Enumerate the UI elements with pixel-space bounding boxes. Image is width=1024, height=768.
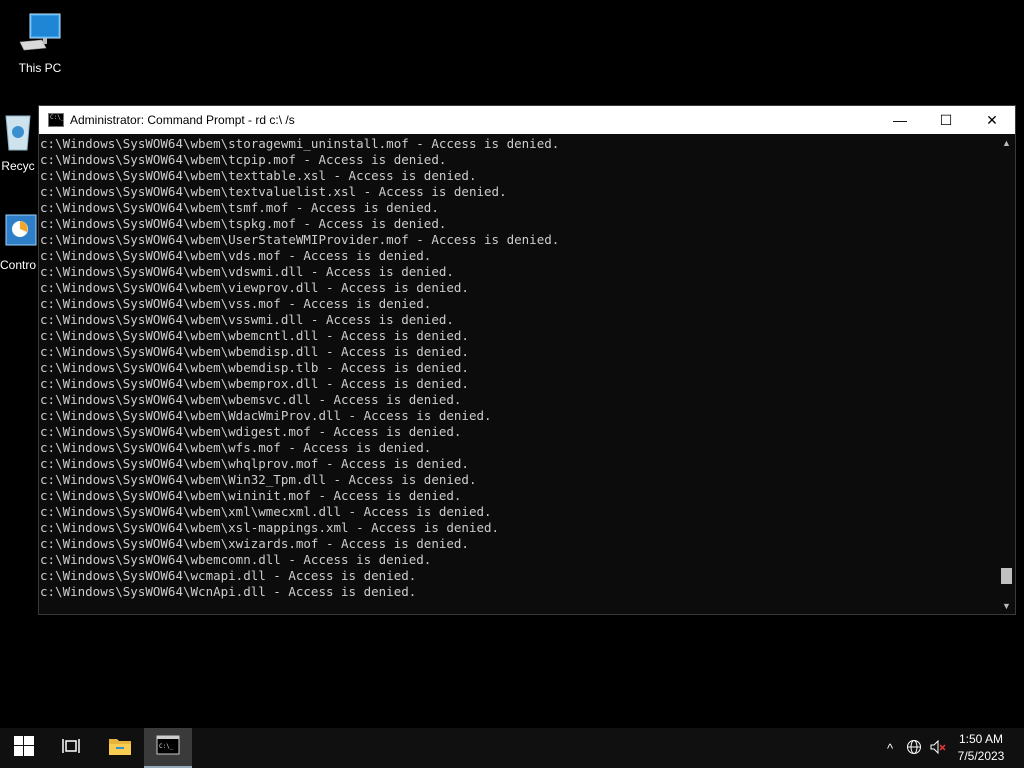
- svg-text:C:\_: C:\_: [159, 743, 174, 750]
- console-line: c:\Windows\SysWOW64\wbem\xwizards.mof - …: [40, 536, 469, 551]
- clock-time: 1:50 AM: [958, 732, 1004, 746]
- file-explorer-button[interactable]: [96, 728, 144, 768]
- console-line: c:\Windows\SysWOW64\wbem\tcpip.mof - Acc…: [40, 152, 447, 167]
- scroll-up-arrow-icon[interactable]: ▲: [998, 134, 1015, 151]
- file-explorer-icon: [108, 736, 132, 761]
- console-line: c:\Windows\SysWOW64\wbem\wbemsvc.dll - A…: [40, 392, 462, 407]
- volume-muted-icon[interactable]: [926, 739, 950, 758]
- scroll-down-arrow-icon[interactable]: ▼: [998, 597, 1015, 614]
- console-line: c:\Windows\SysWOW64\wbem\vss.mof - Acces…: [40, 296, 432, 311]
- clock-date: 7/5/2023: [957, 749, 1005, 763]
- taskbar: C:\_ ^ 1:50 AM 7/5/2023: [0, 728, 1024, 768]
- clock[interactable]: 1:50 AM 7/5/2023: [950, 731, 1012, 765]
- console-line: c:\Windows\SysWOW64\wbem\xsl-mappings.xm…: [40, 520, 500, 535]
- recycle-bin-icon: [0, 108, 42, 156]
- command-prompt-window[interactable]: Administrator: Command Prompt - rd c:\ /…: [38, 105, 1016, 615]
- console-line: c:\Windows\SysWOW64\WcnApi.dll - Access …: [40, 584, 417, 599]
- console-line: c:\Windows\SysWOW64\wbem\texttable.xsl -…: [40, 168, 477, 183]
- console-line: c:\Windows\SysWOW64\wbem\textvaluelist.x…: [40, 184, 507, 199]
- console-line: c:\Windows\SysWOW64\wbem\wbemprox.dll - …: [40, 376, 469, 391]
- console-line: c:\Windows\SysWOW64\wbemcomn.dll - Acces…: [40, 552, 432, 567]
- console-line: c:\Windows\SysWOW64\wbem\WdacWmiProv.dll…: [40, 408, 492, 423]
- command-prompt-icon: [48, 113, 64, 127]
- start-button[interactable]: [0, 728, 48, 768]
- console-line: c:\Windows\SysWOW64\wbem\wfs.mof - Acces…: [40, 440, 432, 455]
- console-line: c:\Windows\SysWOW64\wcmapi.dll - Access …: [40, 568, 417, 583]
- this-pc-icon: [16, 10, 64, 58]
- minimize-button[interactable]: —: [877, 106, 923, 134]
- window-title: Administrator: Command Prompt - rd c:\ /…: [70, 113, 295, 127]
- close-button[interactable]: ✕: [969, 106, 1015, 134]
- console-line: c:\Windows\SysWOW64\wbem\storagewmi_unin…: [40, 136, 560, 151]
- console-line: c:\Windows\SysWOW64\wbem\Win32_Tpm.dll -…: [40, 472, 477, 487]
- console-line: c:\Windows\SysWOW64\wbem\viewprov.dll - …: [40, 280, 469, 295]
- system-tray: ^ 1:50 AM 7/5/2023: [878, 728, 1024, 768]
- console-output[interactable]: c:\Windows\SysWOW64\wbem\storagewmi_unin…: [39, 134, 998, 614]
- vertical-scrollbar[interactable]: ▲ ▼: [998, 134, 1015, 614]
- console-line: c:\Windows\SysWOW64\wbem\wbemdisp.dll - …: [40, 344, 469, 359]
- console-line: c:\Windows\SysWOW64\wbem\UserStateWMIPro…: [40, 232, 560, 247]
- console-line: c:\Windows\SysWOW64\wbem\tspkg.mof - Acc…: [40, 216, 447, 231]
- console-line: c:\Windows\SysWOW64\wbem\vdswmi.dll - Ac…: [40, 264, 454, 279]
- console-line: c:\Windows\SysWOW64\wbem\wbemcntl.dll - …: [40, 328, 469, 343]
- show-hidden-icons-chevron-icon[interactable]: ^: [878, 741, 902, 756]
- scrollbar-thumb[interactable]: [1001, 568, 1012, 585]
- console-line: c:\Windows\SysWOW64\wbem\whqlprov.mof - …: [40, 456, 469, 471]
- start-icon: [14, 735, 34, 761]
- console-line: c:\Windows\SysWOW64\wbem\tsmf.mof - Acce…: [40, 200, 439, 215]
- console-line: c:\Windows\SysWOW64\wbem\vsswmi.dll - Ac…: [40, 312, 454, 327]
- command-prompt-icon: C:\_: [156, 735, 180, 760]
- console-line: c:\Windows\SysWOW64\wbem\wininit.mof - A…: [40, 488, 462, 503]
- task-view-icon: [62, 737, 82, 760]
- console-line: c:\Windows\SysWOW64\wbem\xml\wmecxml.dll…: [40, 504, 492, 519]
- maximize-button[interactable]: ☐: [923, 106, 969, 134]
- console-line: c:\Windows\SysWOW64\wbem\wdigest.mof - A…: [40, 424, 462, 439]
- console-line: c:\Windows\SysWOW64\wbem\vds.mof - Acces…: [40, 248, 432, 263]
- control-panel-icon: [0, 207, 42, 255]
- command-prompt-taskbar-button[interactable]: C:\_: [144, 728, 192, 768]
- desktop-icon-this-pc[interactable]: This PC: [2, 10, 78, 75]
- desktop-icon-label: This PC: [18, 61, 62, 75]
- network-globe-icon[interactable]: [902, 739, 926, 758]
- window-titlebar[interactable]: Administrator: Command Prompt - rd c:\ /…: [39, 106, 1015, 134]
- console-line: c:\Windows\SysWOW64\wbem\wbemdisp.tlb - …: [40, 360, 469, 375]
- task-view-button[interactable]: [48, 728, 96, 768]
